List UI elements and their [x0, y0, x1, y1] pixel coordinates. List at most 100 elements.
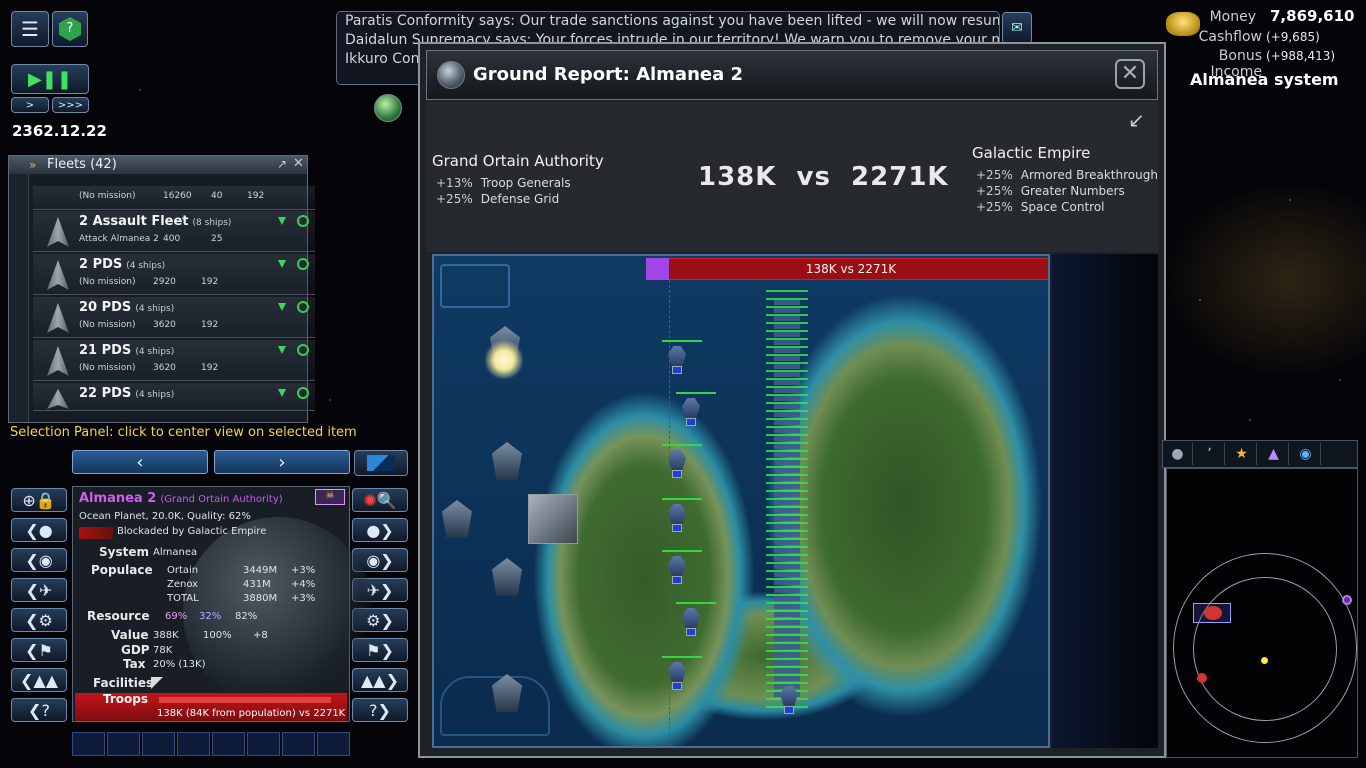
selected-planet-box[interactable] — [1193, 603, 1231, 623]
fleet-name: 22 PDS — [79, 386, 132, 401]
fleet-filter-strip[interactable] — [9, 174, 29, 422]
speed-normal-button[interactable]: > — [11, 97, 49, 113]
menu-icon: ☰ — [21, 17, 39, 41]
bottom-slot[interactable] — [247, 732, 280, 756]
bottom-slot[interactable] — [317, 732, 350, 756]
bottom-slot-bar[interactable] — [72, 732, 350, 756]
galaxy-tab[interactable]: ◉ — [1291, 443, 1321, 465]
fleet-row[interactable]: 2 Assault Fleet (8 ships) Attack Almanea … — [33, 211, 315, 252]
defender-name: Galactic Empire — [972, 144, 1091, 162]
attacker-name: Grand Ortain Authority — [432, 152, 604, 170]
fleet-stat-3: 192 — [201, 363, 219, 373]
selection-panel-hint: Selection Panel: click to center view on… — [10, 425, 357, 440]
close-button[interactable]: ✕ — [1115, 59, 1145, 89]
flag-button[interactable]: ❮⚑ — [11, 638, 67, 662]
attacker-troop-icon[interactable] — [662, 498, 702, 532]
zoom-search-button[interactable]: ✺🔍 — [352, 488, 408, 512]
attacker-troop-icon[interactable] — [676, 602, 716, 636]
fleets-panel[interactable]: Fleets (42) » ↗ ✕ (No mission) 16260 40 … — [8, 155, 315, 423]
expand-icon — [367, 455, 395, 471]
galaxy-view-tabs[interactable]: ● ٬ ★ ▲ ◉ — [1162, 440, 1358, 468]
move-down-icon[interactable] — [278, 389, 286, 397]
bottom-slot[interactable] — [177, 732, 210, 756]
attacker-troop-icon[interactable] — [662, 444, 702, 478]
fleet-row[interactable]: 20 PDS (4 ships) (No mission) 3620 192 — [33, 297, 315, 338]
attacker-troop-icon[interactable] — [662, 656, 702, 690]
resource-label: Resource — [87, 609, 150, 623]
fleet-mission: (No mission) — [79, 277, 136, 287]
planet-filter-tab[interactable]: ● — [1163, 443, 1193, 465]
fleet-row[interactable]: 21 PDS (4 ships) (No mission) 3620 192 — [33, 340, 315, 381]
tax-value[interactable]: 20% (13K) — [153, 659, 206, 670]
money-label: Money — [1209, 9, 1256, 25]
expand-panel-button[interactable] — [354, 450, 408, 476]
planet-marker-icon[interactable] — [1342, 595, 1352, 605]
nebula-tab[interactable]: ▲ — [1259, 443, 1289, 465]
battle-map[interactable]: 138K vs 2271K — [432, 254, 1050, 748]
fleet-status-icon[interactable] — [297, 215, 309, 227]
planet-info-panel[interactable]: Almanea 2 (Grand Ortain Authority) ☠ Oce… — [72, 486, 373, 722]
troops-bar-ours — [159, 697, 331, 703]
planet-view-button[interactable]: ❮● — [11, 518, 67, 542]
play-pause-button[interactable]: ▶❚❚ — [11, 64, 89, 94]
bottom-slot[interactable] — [107, 732, 140, 756]
eye-icon: ◉❯ — [366, 550, 394, 570]
fleet-stat-3: 192 — [247, 191, 265, 201]
ground-report-title-bar[interactable]: Ground Report: Almanea 2 ✕ — [426, 50, 1158, 100]
current-system-name[interactable]: Almanea system — [1190, 70, 1339, 89]
speed-fast-button[interactable]: >>> — [52, 97, 89, 113]
fleet-row[interactable]: 22 PDS (4 ships) — [33, 383, 315, 411]
ringed-planet-tab[interactable]: ٬ — [1195, 443, 1225, 465]
bottom-slot[interactable] — [142, 732, 175, 756]
bottom-slot[interactable] — [72, 732, 105, 756]
fleet-row[interactable]: (No mission) 16260 40 192 — [33, 186, 315, 210]
ship-icon — [47, 389, 69, 409]
minimize-icon[interactable]: ↙ — [1128, 108, 1145, 132]
defender-troop-icon[interactable] — [776, 684, 802, 714]
troops-value: 138K (84K from population) vs 2271K — [157, 708, 346, 719]
fleet-status-icon[interactable] — [297, 301, 309, 313]
message-expand-button[interactable]: ✉ — [1002, 12, 1032, 44]
move-down-icon[interactable] — [278, 346, 286, 354]
planet-view-right-button[interactable]: ●❯ — [352, 518, 408, 542]
empire-globe-icon[interactable] — [374, 94, 402, 122]
fleet-row[interactable]: 2 PDS (4 ships) (No mission) 2920 192 — [33, 254, 315, 295]
system-minimap[interactable] — [1166, 468, 1358, 758]
bottom-slot[interactable] — [282, 732, 315, 756]
ship-button[interactable]: ❮✈ — [11, 578, 67, 602]
target-button[interactable]: ⊕🔒 — [11, 488, 67, 512]
fleet-status-icon[interactable] — [297, 344, 309, 356]
attacker-troop-icon[interactable] — [662, 340, 702, 374]
troops-button[interactable]: ❮▲▲ — [11, 668, 67, 692]
move-down-icon[interactable] — [278, 303, 286, 311]
ground-report-window[interactable]: Ground Report: Almanea 2 ✕ ↙ Grand Ortai… — [418, 42, 1166, 758]
race-growth: +3% — [291, 593, 316, 604]
troops-right-button[interactable]: ▲▲❯ — [352, 668, 408, 692]
attacker-troop-icon[interactable] — [662, 550, 702, 584]
fleet-status-icon[interactable] — [297, 387, 309, 399]
menu-button[interactable]: ☰ — [11, 11, 49, 47]
query-button[interactable]: ❮? — [11, 698, 67, 722]
fleet-fuel: 400 — [163, 234, 181, 244]
previous-item-button[interactable]: ‹ — [72, 450, 208, 474]
battle-strength-bar: 138K vs 2271K — [646, 258, 1048, 280]
fleet-marker-icon[interactable] — [1197, 673, 1207, 683]
fleets-close-icon[interactable]: ✕ — [293, 156, 304, 171]
bottom-slot[interactable] — [212, 732, 245, 756]
fleet-status-icon[interactable] — [297, 258, 309, 270]
star-tab[interactable]: ★ — [1227, 443, 1257, 465]
gear-button[interactable]: ❮⚙ — [11, 608, 67, 632]
fleets-resize-icon[interactable]: ↗ — [277, 157, 287, 171]
help-button[interactable]: ? — [52, 11, 88, 47]
fleet-mission: Attack Almanea 2 — [79, 234, 159, 244]
next-item-button[interactable]: › — [214, 450, 350, 474]
planet-name[interactable]: Almanea 2 — [79, 491, 156, 506]
move-down-icon[interactable] — [278, 260, 286, 268]
system-value[interactable]: Almanea — [153, 547, 197, 558]
resource-2: 32% — [199, 611, 222, 622]
tax-label: Tax — [123, 657, 146, 671]
query-right-button[interactable]: ?❯ — [352, 698, 408, 722]
attacker-troop-icon[interactable] — [676, 392, 716, 426]
move-down-icon[interactable] — [278, 217, 286, 225]
eye-button[interactable]: ❮◉ — [11, 548, 67, 572]
